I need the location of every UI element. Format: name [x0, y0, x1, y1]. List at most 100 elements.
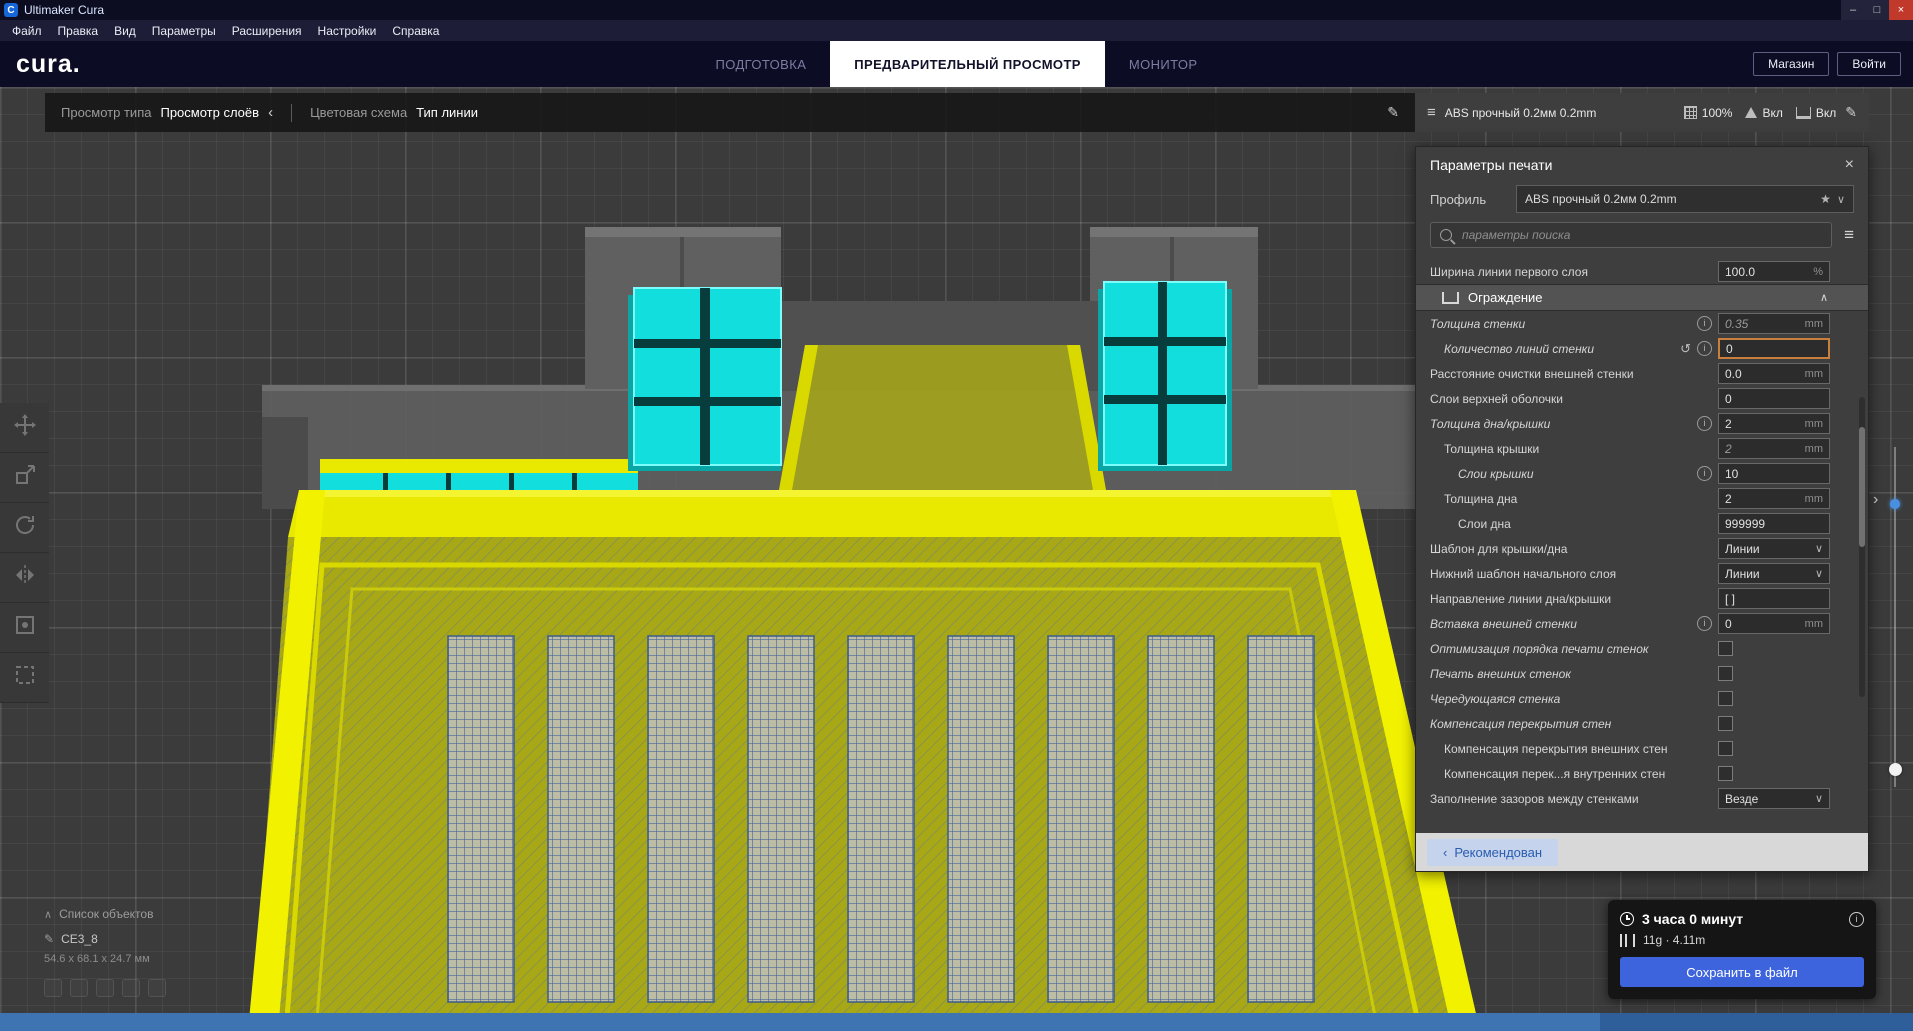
menu-параметры[interactable]: Параметры — [144, 22, 224, 40]
marketplace-button[interactable]: Магазин — [1753, 52, 1829, 76]
print-setup-toggle[interactable]: 100% — [1684, 106, 1733, 120]
setting-label: Количество линий стенки — [1430, 342, 1674, 356]
info-icon[interactable]: i — [1697, 616, 1712, 631]
menu-правка[interactable]: Правка — [50, 22, 107, 40]
object-action-icon[interactable] — [148, 979, 166, 997]
object-list-title: Список объектов — [59, 907, 153, 921]
layer-slider-lower-handle[interactable] — [1889, 763, 1902, 776]
setting-input[interactable]: 10 — [1718, 463, 1830, 484]
setting-input[interactable]: 0.35mm — [1718, 313, 1830, 334]
close-button[interactable]: × — [1889, 0, 1913, 20]
setting-input[interactable]: [ ] — [1718, 588, 1830, 609]
search-box[interactable] — [1430, 222, 1832, 248]
settings-list: Ширина линии первого слоя100.0%Ограждени… — [1416, 256, 1868, 833]
pencil-icon[interactable]: ✎ — [1845, 104, 1857, 121]
setting-row: Нижний шаблон начального слояЛинии∨ — [1416, 561, 1868, 586]
object-action-icon[interactable] — [70, 979, 88, 997]
color-scheme-value[interactable]: Тип линии — [416, 105, 478, 120]
chevron-left-icon[interactable]: ‹ — [268, 104, 273, 121]
info-icon[interactable]: i — [1849, 912, 1864, 927]
info-icon[interactable]: i — [1697, 416, 1712, 431]
view-type-value[interactable]: Просмотр слоёв — [160, 105, 259, 120]
setting-row: Оптимизация порядка печати стенок — [1416, 636, 1868, 661]
per-model-settings-tool[interactable] — [0, 603, 49, 653]
menu-расширения[interactable]: Расширения — [224, 22, 310, 40]
setting-unit: mm — [1805, 418, 1823, 430]
print-setup-toggle[interactable]: Вкл — [1745, 106, 1782, 120]
tab-монитор[interactable]: МОНИТОР — [1105, 41, 1222, 87]
setting-label: Оптимизация порядка печати стенок — [1430, 642, 1712, 656]
rotate-tool[interactable] — [0, 503, 49, 553]
setting-input[interactable]: 0 — [1718, 388, 1830, 409]
setting-input[interactable]: 2mm — [1718, 488, 1830, 509]
move-tool[interactable] — [0, 403, 49, 453]
tab-предварительный-просмотр[interactable]: ПРЕДВАРИТЕЛЬНЫЙ ПРОСМОТР — [830, 41, 1105, 87]
setting-dropdown[interactable]: Линии∨ — [1718, 538, 1830, 559]
setting-input[interactable]: 2mm — [1718, 438, 1830, 459]
setting-input[interactable]: 0 — [1718, 338, 1830, 359]
object-list-header[interactable]: ∧ Список объектов — [44, 907, 174, 921]
setting-dropdown[interactable]: Везде∨ — [1718, 788, 1830, 809]
setting-dropdown[interactable]: Линии∨ — [1718, 563, 1830, 584]
search-input[interactable] — [1460, 227, 1822, 243]
setting-value: 2 — [1725, 492, 1801, 506]
object-action-icon[interactable] — [44, 979, 62, 997]
scrollbar-thumb[interactable] — [1859, 427, 1865, 547]
setting-unit: mm — [1805, 368, 1823, 380]
object-list-item[interactable]: ✎ CE3_8 — [44, 932, 174, 946]
chevron-down-icon: ∨ — [1815, 792, 1823, 805]
setting-input[interactable]: 999999 — [1718, 513, 1830, 534]
settings-menu-icon[interactable]: ≡ — [1844, 225, 1854, 245]
profile-dropdown[interactable]: ABS прочный 0.2мм 0.2mm ★ ∨ — [1516, 185, 1854, 213]
info-icon[interactable]: i — [1697, 466, 1712, 481]
settings-section[interactable]: Ограждение∧ — [1416, 284, 1868, 311]
scale-tool[interactable] — [0, 453, 49, 503]
info-icon[interactable]: i — [1697, 341, 1712, 356]
print-setup-bar[interactable]: ≡ ABS прочный 0.2мм 0.2mm 100%ВклВкл ✎ — [1415, 93, 1869, 132]
setting-input[interactable]: 0mm — [1718, 613, 1830, 634]
print-setup-toggle[interactable]: Вкл — [1796, 106, 1836, 120]
profile-value: ABS прочный 0.2мм 0.2mm — [1525, 192, 1814, 206]
chevron-up-icon: ∧ — [44, 908, 52, 921]
menu-файл[interactable]: Файл — [4, 22, 50, 40]
setting-input[interactable]: 100.0% — [1718, 261, 1830, 282]
save-to-file-button[interactable]: Сохранить в файл — [1620, 957, 1864, 987]
layer-slider-track[interactable] — [1894, 447, 1896, 787]
recommended-button[interactable]: ‹ Рекомендован — [1427, 839, 1558, 866]
panel-collapse-chevron[interactable]: › — [1873, 491, 1878, 509]
setting-checkbox[interactable] — [1718, 741, 1733, 756]
toggle-value: Вкл — [1816, 106, 1836, 120]
menu-справка[interactable]: Справка — [384, 22, 447, 40]
pencil-icon[interactable]: ✎ — [1387, 104, 1399, 121]
object-action-icon[interactable] — [96, 979, 114, 997]
sign-in-button[interactable]: Войти — [1837, 52, 1901, 76]
layer-slider[interactable] — [1889, 447, 1902, 787]
setting-checkbox[interactable] — [1718, 766, 1733, 781]
viewport[interactable]: Просмотр типа Просмотр слоёв ‹ Цветовая … — [0, 87, 1913, 1031]
menu-вид[interactable]: Вид — [106, 22, 144, 40]
setting-input[interactable]: 0.0 mm — [1718, 363, 1830, 384]
setting-value: 0 — [1725, 392, 1823, 406]
setting-checkbox[interactable] — [1718, 691, 1733, 706]
settings-scrollbar[interactable] — [1859, 397, 1865, 697]
mirror-tool[interactable] — [0, 553, 49, 603]
tab-подготовка[interactable]: ПОДГОТОВКА — [692, 41, 831, 87]
layer-slider-upper-handle[interactable] — [1890, 499, 1900, 509]
setting-label: Направление линии дна/крышки — [1430, 592, 1712, 606]
setting-checkbox[interactable] — [1718, 641, 1733, 656]
setting-checkbox[interactable] — [1718, 716, 1733, 731]
support-blocker-tool-icon — [13, 663, 37, 692]
support-blocker-tool[interactable] — [0, 653, 49, 703]
setting-label: Шаблон для крышки/дна — [1430, 542, 1712, 556]
menu-настройки[interactable]: Настройки — [310, 22, 385, 40]
maximize-button[interactable]: □ — [1865, 0, 1889, 20]
object-action-icon[interactable] — [122, 979, 140, 997]
close-icon[interactable]: × — [1845, 156, 1854, 174]
minimize-button[interactable]: – — [1841, 0, 1865, 20]
setting-input[interactable]: 2mm — [1718, 413, 1830, 434]
setting-checkbox[interactable] — [1718, 666, 1733, 681]
reset-icon[interactable]: ↺ — [1680, 341, 1691, 357]
setting-value: 0.0 — [1725, 367, 1801, 381]
info-icon[interactable]: i — [1697, 316, 1712, 331]
settings-panel-title: Параметры печати — [1430, 157, 1552, 173]
